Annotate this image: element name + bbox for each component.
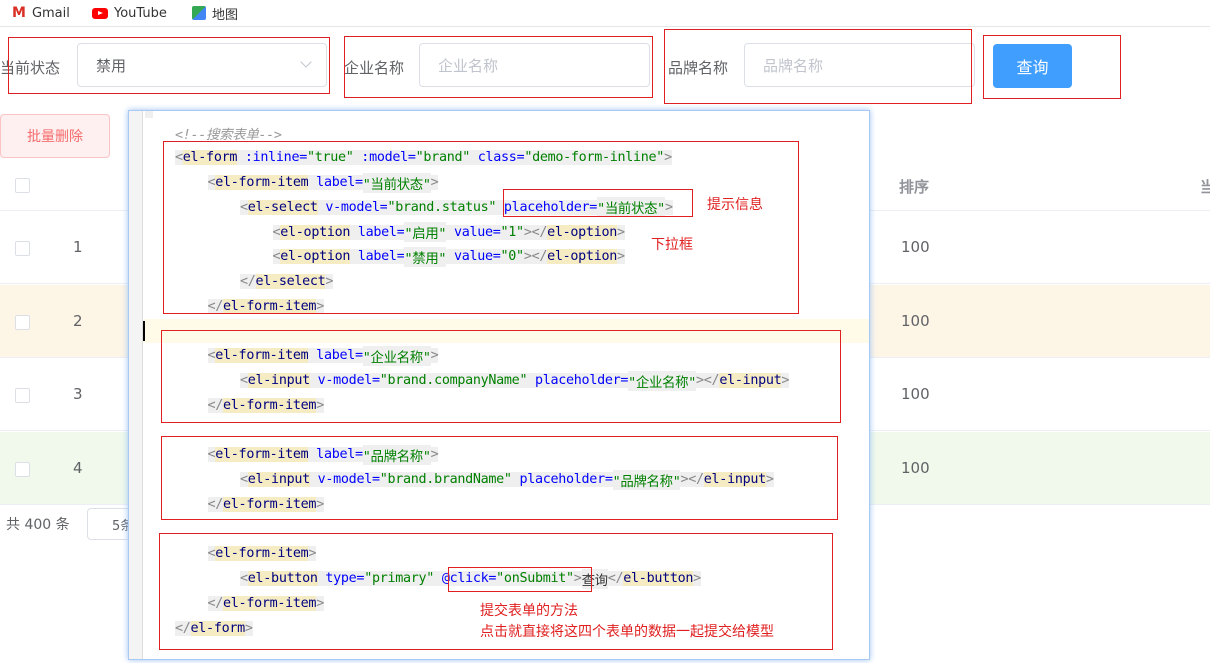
row-index: 3 bbox=[73, 385, 83, 403]
row-sort: 100 bbox=[901, 458, 930, 477]
bookmarks-divider bbox=[0, 26, 1210, 27]
maps-icon bbox=[192, 6, 206, 20]
annotation-box bbox=[503, 189, 693, 217]
code-editor-screenshot: <!--搜索表单--> < el-form :inline= "true" :mode… bbox=[128, 110, 870, 660]
row-checkbox[interactable] bbox=[15, 388, 30, 403]
row-sort: 100 bbox=[901, 238, 930, 256]
bookmark-gmail[interactable]: M Gmail bbox=[12, 0, 70, 26]
pagination-total: 共 400 条 bbox=[6, 517, 70, 533]
annotation-dropdown: 下拉框 bbox=[651, 237, 693, 253]
code-partial-line bbox=[145, 111, 153, 118]
fold-gutter bbox=[129, 111, 143, 659]
batch-delete-button[interactable]: 批量删除 bbox=[0, 114, 110, 158]
row-index: 4 bbox=[73, 458, 83, 477]
annotation-box bbox=[163, 141, 799, 314]
annotation-submit-2: 点击就直接将这四个表单的数据一起提交给模型 bbox=[480, 624, 774, 640]
annotation-box bbox=[8, 37, 330, 94]
annotation-box bbox=[161, 330, 841, 423]
row-sort: 100 bbox=[901, 385, 930, 403]
annotation-box bbox=[344, 36, 653, 98]
row-index: 2 bbox=[73, 311, 83, 330]
annotation-box bbox=[161, 436, 838, 520]
annotation-box bbox=[448, 567, 592, 592]
header-sort: 排序 bbox=[899, 178, 930, 196]
code-token: <!--搜索表单--> bbox=[175, 128, 282, 143]
row-index: 1 bbox=[73, 238, 83, 256]
bookmark-maps[interactable]: 地图 bbox=[192, 0, 238, 26]
text-cursor bbox=[143, 321, 145, 341]
bookmark-youtube[interactable]: YouTube bbox=[92, 0, 167, 26]
row-checkbox[interactable] bbox=[15, 461, 30, 477]
annotation-hint: 提示信息 bbox=[707, 197, 763, 213]
annotation-box bbox=[664, 29, 972, 104]
row-checkbox[interactable] bbox=[15, 241, 30, 256]
gmail-icon: M bbox=[12, 5, 26, 21]
annotation-box bbox=[983, 35, 1121, 99]
select-all-checkbox[interactable] bbox=[15, 178, 30, 193]
header-status: 当 bbox=[1200, 178, 1210, 196]
annotation-submit-1: 提交表单的方法 bbox=[480, 603, 578, 619]
youtube-icon bbox=[92, 7, 108, 19]
row-sort: 100 bbox=[901, 311, 930, 330]
row-checkbox[interactable] bbox=[15, 314, 30, 330]
